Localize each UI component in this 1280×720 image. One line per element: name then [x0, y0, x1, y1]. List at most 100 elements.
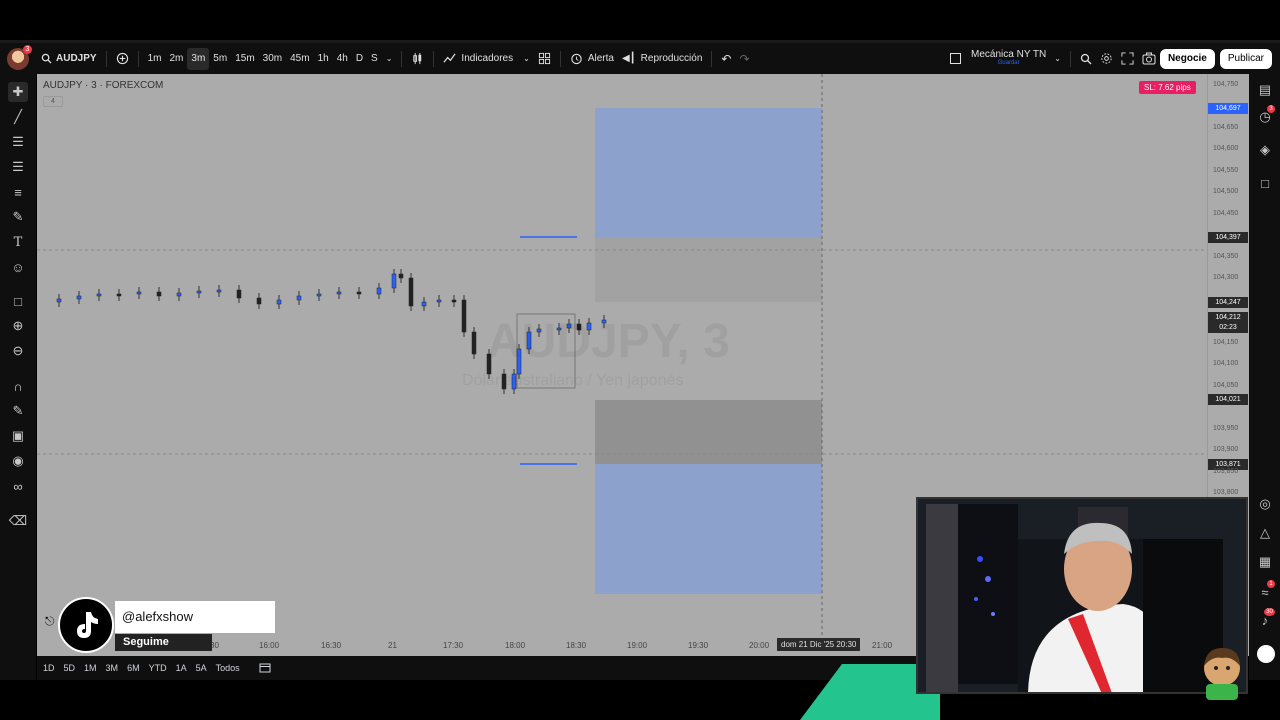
alarm-icon [571, 53, 582, 65]
delete-tool[interactable]: ⌫ [8, 511, 28, 531]
candle-body [256, 297, 262, 305]
list-icon: ▤ [1258, 82, 1272, 97]
text-tool[interactable]: T [8, 232, 28, 252]
alerts-button[interactable]: ◷ 3 [1255, 105, 1275, 127]
range-6M[interactable]: 6M [127, 663, 140, 673]
publish-button[interactable]: Publicar [1219, 48, 1272, 69]
stoploss-badge: SL: 7.62 pips [1139, 81, 1196, 94]
link-tool[interactable]: ∞ [8, 476, 28, 496]
user-avatar[interactable]: 3 [7, 44, 32, 70]
range-5D[interactable]: 5D [64, 663, 76, 673]
pitchfork-icon: ☰ [12, 159, 24, 174]
chart-symbol-title[interactable]: AUDJPY · 3 · FOREXCOM [43, 80, 163, 91]
signal-button[interactable]: ≈1 [1255, 580, 1275, 602]
tf-15m[interactable]: 15m [231, 48, 258, 70]
snapshot-button[interactable] [1138, 48, 1160, 70]
lock-icon: ▣ [11, 428, 25, 443]
ruler-tool[interactable]: □ [8, 291, 28, 311]
range-1D[interactable]: 1D [43, 663, 55, 673]
stay-drawing-tool[interactable]: ✎ [8, 401, 28, 421]
range-1A[interactable]: 1A [176, 663, 187, 673]
hide-tool[interactable]: ◉ [8, 451, 28, 471]
settings-button[interactable] [1096, 48, 1117, 70]
tf-30m[interactable]: 30m [259, 48, 286, 70]
trendline-tool[interactable]: ╱ [8, 107, 28, 127]
zoom-in-tool[interactable]: ⊕ [8, 316, 28, 336]
divider [711, 50, 713, 67]
lock-tool[interactable]: ▣ [8, 426, 28, 446]
candle-body [56, 298, 62, 303]
timeframe-dropdown[interactable]: ⌄ [382, 48, 397, 70]
tf-S[interactable]: S [367, 48, 382, 70]
candle-body [216, 289, 222, 293]
range-YTD[interactable]: YTD [149, 663, 167, 673]
notifications-button[interactable]: ♪ 30 [1255, 608, 1275, 630]
tf-4h[interactable]: 4h [333, 48, 352, 70]
goto-date-button[interactable] [259, 662, 271, 675]
tf-2m[interactable]: 2m [165, 48, 187, 70]
candle-body [471, 331, 477, 355]
candle-body [156, 291, 162, 297]
candle-body [276, 299, 282, 305]
range-all[interactable]: Todos [216, 663, 240, 673]
chat-button[interactable]: □ [1255, 173, 1275, 193]
layers-button[interactable]: ◈ [1255, 140, 1275, 160]
templates-button[interactable] [534, 48, 555, 70]
tf-45m[interactable]: 45m [286, 48, 313, 70]
trade-button[interactable]: Negocie [1159, 48, 1215, 69]
tf-3m[interactable]: 3m [187, 47, 210, 70]
fullscreen-button[interactable] [1117, 48, 1138, 70]
divider [433, 50, 435, 67]
layout-title: Mecánica NY TN [971, 48, 1047, 60]
search-button[interactable] [1076, 48, 1096, 70]
chart-type-button[interactable] [407, 48, 428, 70]
candle-body [421, 301, 427, 307]
ideas-button[interactable]: △ [1255, 523, 1275, 543]
zoom-in-icon: ⊕ [12, 318, 24, 333]
price-label: 104,500 [1213, 188, 1239, 195]
link-icon: ∞ [13, 478, 23, 494]
crosshair-tool[interactable]: ✚ [8, 82, 28, 102]
layout-select[interactable]: Mecánica NY TN Guardar ⌄ [946, 48, 1065, 70]
compare-button[interactable] [112, 48, 133, 70]
camera-icon [1142, 52, 1156, 65]
hlines-tool[interactable]: ☰ [8, 132, 28, 152]
alert-button[interactable]: Alerta [566, 48, 618, 70]
tf-D[interactable]: D [352, 48, 367, 70]
candle-body [196, 290, 202, 294]
chevron-down-icon: ⌄ [1054, 54, 1061, 63]
calendar-button[interactable]: ▦ [1255, 552, 1275, 572]
zoom-out-tool[interactable]: ⊖ [8, 341, 28, 361]
candle-body [451, 299, 457, 303]
pine-button[interactable]: ◎ [1255, 494, 1275, 514]
range-3M[interactable]: 3M [106, 663, 119, 673]
magnet-tool[interactable]: ∩ [8, 376, 28, 396]
emoji-tool[interactable]: ☺ [8, 257, 28, 277]
alerts-badge: 3 [1267, 105, 1275, 113]
price-tag-low: 104,021 [1208, 394, 1248, 405]
tf-1m[interactable]: 1m [144, 48, 166, 70]
symbol-search[interactable]: AUDJPY [37, 48, 101, 70]
pitchfork-tool[interactable]: ☰ [8, 157, 28, 177]
price-label: 104,050 [1213, 382, 1239, 389]
tf-5m[interactable]: 5m [209, 48, 231, 70]
undo-button[interactable]: ↶ [717, 48, 735, 70]
range-1M[interactable]: 1M [84, 663, 97, 673]
watchlist-button[interactable]: ▤ [1255, 80, 1275, 100]
indicators-button[interactable]: Indicadores ⌄ [439, 48, 533, 70]
tf-1h[interactable]: 1h [314, 48, 333, 70]
mascot-sticker [1204, 648, 1240, 700]
time-label: 19:00 [627, 641, 648, 650]
replay-button[interactable]: ◀┃ Reproducción [618, 48, 706, 70]
candle-body [76, 295, 82, 300]
chart-pane-badge[interactable]: 4 [43, 96, 63, 107]
redo-button[interactable]: ↷ [735, 48, 753, 70]
range-5A[interactable]: 5A [196, 663, 207, 673]
price-label: 103,900 [1213, 446, 1239, 453]
fib-tool[interactable]: ≡ [8, 182, 28, 202]
candle-body [461, 299, 467, 333]
time-label: 17:30 [443, 641, 464, 650]
lower-blue-zone [595, 464, 822, 594]
notifications-badge: 30 [1264, 608, 1275, 616]
brush-tool[interactable]: ✎ [8, 207, 28, 227]
